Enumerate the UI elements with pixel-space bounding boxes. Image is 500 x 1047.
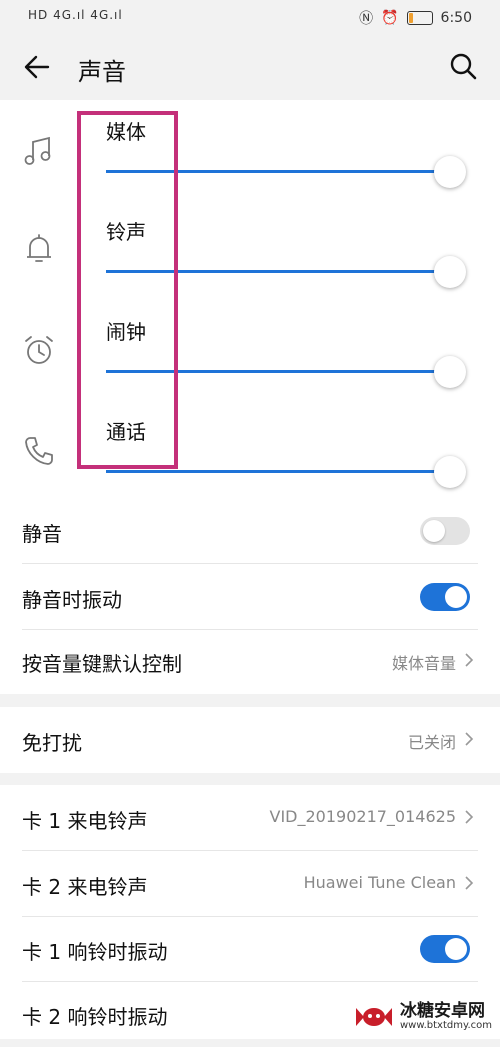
dnd-row[interactable]: 免打扰 已关闭	[0, 707, 500, 773]
signal-indicators: HD 4G.ıl 4G.ıl	[28, 8, 123, 22]
nfc-icon: Ⓝ	[359, 11, 374, 27]
call-volume-knob[interactable]	[434, 456, 466, 488]
clock: 6:50	[440, 10, 472, 26]
volume-row-media: 媒体	[0, 100, 500, 200]
sim2-ringtone-label: 卡 2 来电铃声	[22, 875, 148, 899]
chevron-right-icon	[465, 810, 474, 824]
page-title: 声音	[78, 58, 126, 86]
search-icon[interactable]	[448, 51, 478, 81]
sound-settings-card: 媒体 铃声 闹钟 通话 静音 静音时振动 按音量键默认控制 媒体音量	[0, 100, 500, 694]
sim1-vibrate-label: 卡 1 响铃时振动	[22, 940, 168, 964]
vibrate-on-mute-row[interactable]: 静音时振动	[0, 564, 500, 630]
sim1-vibrate-row[interactable]: 卡 1 响铃时振动	[0, 916, 500, 982]
dnd-value: 已关闭	[407, 733, 456, 752]
media-volume-knob[interactable]	[434, 156, 466, 188]
battery-icon	[406, 11, 433, 25]
mute-toggle[interactable]	[420, 517, 470, 545]
sim1-ringtone-label: 卡 1 来电铃声	[22, 809, 148, 833]
watermark-title: 冰糖安卓网	[399, 1001, 485, 1021]
alarm-volume-knob[interactable]	[434, 356, 466, 388]
chevron-right-icon	[465, 732, 474, 746]
watermark-url: www.btxtdmy.com	[399, 1020, 492, 1031]
chevron-right-icon	[465, 876, 474, 890]
volume-key-row[interactable]: 按音量键默认控制 媒体音量	[0, 628, 500, 694]
vibrate-on-mute-label: 静音时振动	[22, 588, 122, 612]
chevron-right-icon	[465, 653, 474, 667]
dnd-card: 免打扰 已关闭	[0, 707, 500, 773]
sim1-vibrate-toggle[interactable]	[420, 935, 470, 963]
call-volume-track[interactable]	[106, 470, 436, 473]
volume-key-label: 按音量键默认控制	[22, 652, 182, 676]
vibrate-on-mute-toggle[interactable]	[420, 583, 470, 611]
phone-icon	[25, 437, 53, 465]
volume-row-ringtone: 铃声	[0, 200, 500, 300]
volume-key-value: 媒体音量	[391, 654, 456, 673]
back-arrow-icon[interactable]	[22, 52, 52, 82]
ringtone-volume-knob[interactable]	[434, 256, 466, 288]
music-note-icon	[24, 136, 51, 165]
watermark: 冰糖安卓网 www.btxtdmy.com	[354, 1002, 492, 1031]
sim1-ringtone-value: VID_20190217_014625	[269, 807, 457, 826]
annotation-highlight-box	[77, 111, 178, 469]
status-right: Ⓝ ⏰ 6:50	[359, 8, 472, 28]
dnd-label: 免打扰	[22, 731, 82, 755]
volume-row-alarm: 闹钟	[0, 300, 500, 400]
sim2-ringtone-value: Huawei Tune Clean	[303, 873, 456, 892]
alarm-clock-icon	[25, 336, 53, 364]
mute-row[interactable]: 静音	[0, 498, 500, 564]
alarm-status-icon: ⏰	[381, 10, 399, 26]
sim1-ringtone-row[interactable]: 卡 1 来电铃声 VID_20190217_014625	[0, 785, 500, 851]
sim2-ringtone-row[interactable]: 卡 2 来电铃声 Huawei Tune Clean	[0, 851, 500, 917]
volume-row-call: 通话	[0, 400, 500, 500]
status-bar: HD 4G.ıl 4G.ıl Ⓝ ⏰ 6:50	[0, 0, 500, 34]
mute-label: 静音	[22, 522, 62, 546]
bell-icon	[27, 234, 51, 262]
candy-logo-icon	[355, 1007, 392, 1026]
sim2-vibrate-label: 卡 2 响铃时振动	[22, 1005, 168, 1029]
app-header: 声音	[0, 34, 500, 100]
